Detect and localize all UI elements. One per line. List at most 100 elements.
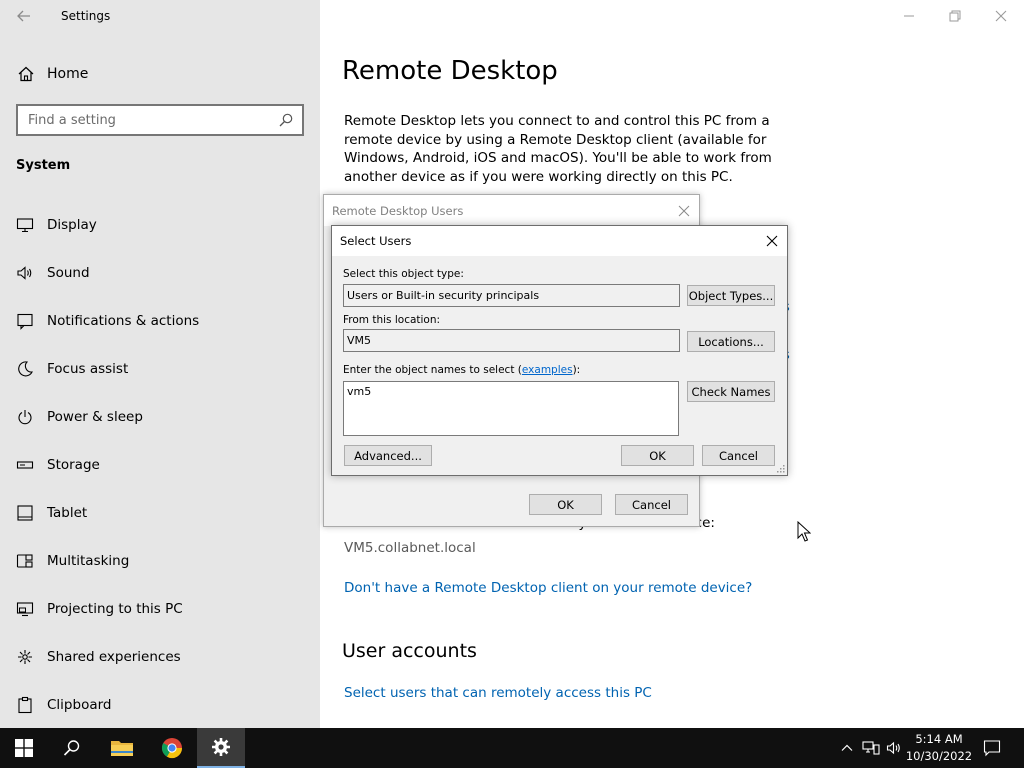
home-icon (18, 66, 34, 82)
rdu-cancel-button[interactable]: Cancel (615, 494, 688, 515)
projecting-icon (16, 602, 34, 617)
restore-icon (949, 10, 961, 22)
object-names-label: Enter the object names to select (exampl… (343, 364, 580, 376)
multitasking-icon (16, 554, 33, 568)
monitor-icon (16, 218, 34, 233)
sidebar-item-home[interactable]: Home (16, 62, 306, 86)
close-button[interactable] (978, 0, 1024, 32)
window-controls (886, 0, 1024, 32)
windows-logo-icon (15, 739, 33, 757)
locations-button[interactable]: Locations... (687, 331, 775, 352)
speaker-icon (17, 266, 32, 280)
clock-time: 5:14 AM (915, 732, 963, 746)
sidebar-item-multitasking[interactable]: Multitasking (16, 537, 316, 585)
settings-taskbar-button[interactable] (197, 728, 245, 768)
sidebar-item-display[interactable]: Display (16, 201, 316, 249)
rdu-ok-button[interactable]: OK (529, 494, 602, 515)
examples-link[interactable]: examples (522, 364, 573, 376)
power-icon (18, 410, 32, 425)
sidebar-item-notifications[interactable]: Notifications & actions (16, 297, 316, 345)
tablet-icon (17, 505, 33, 521)
sidebar-item-focus-assist[interactable]: Focus assist (16, 345, 316, 393)
close-icon (678, 205, 690, 216)
sidebar-item-label: Sound (47, 265, 90, 281)
close-icon (995, 10, 1007, 22)
page-description: Remote Desktop lets you connect to and c… (344, 113, 772, 185)
start-button[interactable] (0, 728, 48, 768)
sidebar-item-projecting[interactable]: Projecting to this PC (16, 585, 316, 633)
object-type-field: Users or Built-in security principals (343, 284, 680, 307)
dialog-titlebar: Select Users (332, 226, 787, 256)
select-users-link[interactable]: Select users that can remotely access th… (344, 685, 652, 701)
pc-name: VM5.collabnet.local (344, 540, 476, 556)
sidebar-item-label: Shared experiences (47, 649, 181, 665)
moon-icon (18, 361, 33, 377)
minimize-icon (904, 15, 914, 17)
file-explorer-button[interactable] (98, 728, 146, 768)
client-help-link[interactable]: Don't have a Remote Desktop client on yo… (344, 580, 752, 596)
sidebar-item-clipboard[interactable]: Clipboard (16, 681, 316, 729)
object-names-input[interactable]: vm5 (343, 381, 679, 436)
section-heading: System (16, 158, 71, 173)
sidebar-item-label: Power & sleep (47, 409, 143, 425)
restore-button[interactable] (932, 0, 978, 32)
folder-icon (111, 741, 133, 756)
location-label: From this location: (343, 314, 441, 326)
storage-icon (16, 461, 34, 469)
sidebar-item-sound[interactable]: Sound (16, 249, 316, 297)
sidebar-item-tablet[interactable]: Tablet (16, 489, 316, 537)
sidebar-item-label: Home (47, 66, 89, 82)
sidebar-item-label: Notifications & actions (47, 313, 200, 329)
clock[interactable]: 5:14 AM 10/30/2022 (905, 731, 973, 765)
chrome-icon (161, 738, 183, 759)
sidebar-item-label: Projecting to this PC (47, 601, 183, 617)
sidebar-item-label: Storage (47, 457, 100, 473)
cancel-button[interactable]: Cancel (702, 445, 775, 466)
chevron-up-icon (841, 744, 853, 751)
object-names-label-prefix: Enter the object names to select ( (343, 364, 522, 376)
network-button[interactable] (861, 738, 881, 758)
sidebar-item-label: Focus assist (47, 361, 129, 377)
action-center-button[interactable] (982, 738, 1002, 758)
minimize-button[interactable] (886, 0, 932, 32)
advanced-button[interactable]: Advanced... (344, 445, 432, 466)
show-hidden-icons-button[interactable] (837, 738, 857, 758)
sidebar-item-shared-experiences[interactable]: Shared experiences (16, 633, 316, 681)
ok-button[interactable]: OK (621, 445, 694, 466)
sidebar-item-power-sleep[interactable]: Power & sleep (16, 393, 316, 441)
object-type-label: Select this object type: (343, 268, 464, 280)
search-box[interactable] (16, 104, 304, 136)
close-icon (766, 235, 778, 247)
shared-experiences-icon (18, 650, 32, 664)
dialog-title: Remote Desktop Users (332, 203, 464, 218)
volume-icon (886, 741, 900, 755)
dialog-titlebar: Remote Desktop Users (324, 195, 699, 226)
search-icon (63, 740, 80, 756)
dialog-close-button[interactable] (669, 196, 699, 226)
resize-grip-icon[interactable] (775, 463, 785, 473)
sidebar-nav: Display Sound Notifications & actions Fo… (16, 201, 316, 729)
taskbar-search-button[interactable] (48, 728, 96, 768)
location-field: VM5 (343, 329, 680, 352)
back-button[interactable] (14, 6, 34, 26)
sidebar-item-label: Display (47, 217, 97, 233)
check-names-button[interactable]: Check Names (687, 381, 775, 402)
volume-button[interactable] (884, 738, 904, 758)
select-users-dialog: Select Users Select this object type: Us… (331, 225, 788, 476)
notifications-icon (17, 313, 33, 330)
mouse-cursor-icon (797, 521, 811, 542)
object-names-label-suffix: ): (572, 364, 581, 376)
sidebar-item-label: Multitasking (47, 553, 130, 569)
dialog-close-button[interactable] (757, 226, 787, 256)
clock-date: 10/30/2022 (905, 749, 973, 763)
sidebar-item-storage[interactable]: Storage (16, 441, 316, 489)
settings-sidebar: Settings Home System Display Sound Notif… (0, 0, 320, 728)
search-icon[interactable] (278, 112, 294, 128)
page-title: Remote Desktop (342, 56, 558, 86)
dialog-title: Select Users (340, 234, 412, 248)
chrome-button[interactable] (148, 728, 196, 768)
app-title: Settings (61, 9, 111, 23)
object-types-button[interactable]: Object Types... (687, 285, 775, 306)
network-icon (862, 741, 880, 755)
search-input[interactable] (18, 106, 278, 134)
